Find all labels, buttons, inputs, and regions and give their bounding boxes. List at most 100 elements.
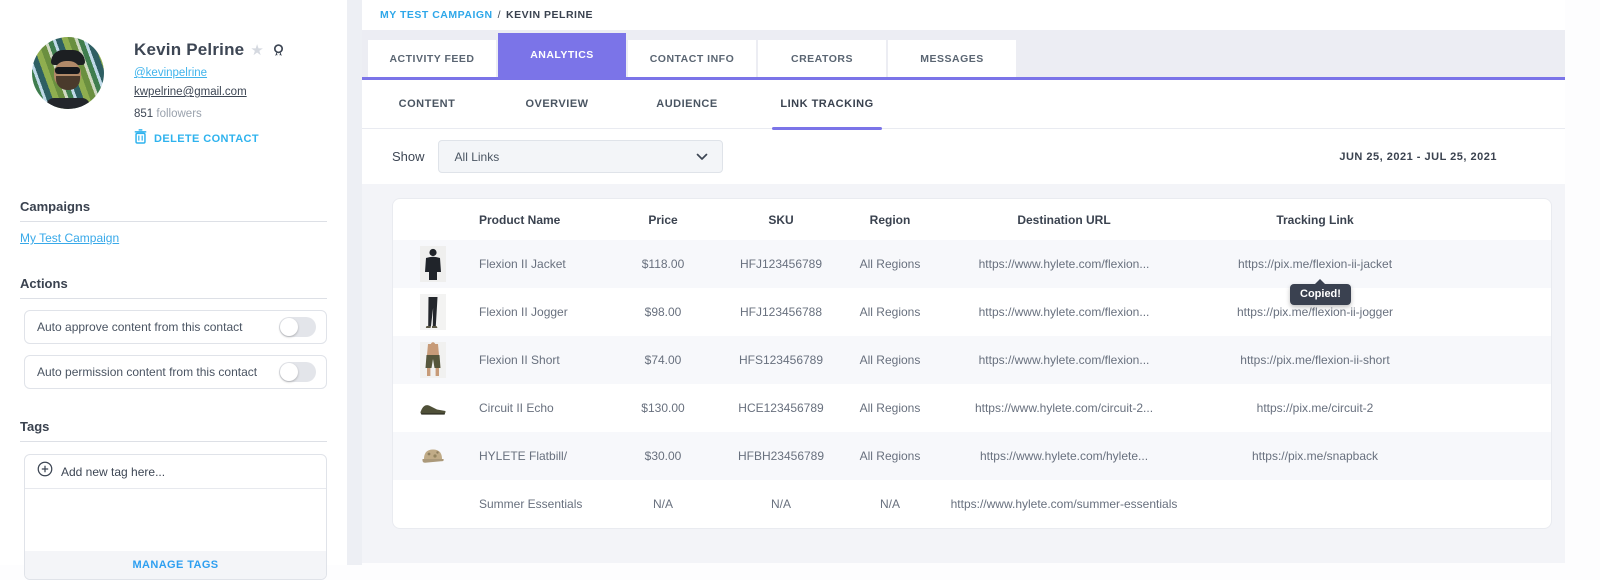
campaigns-section: Campaigns My Test Campaign xyxy=(0,199,347,247)
auto-permission-label: Auto permission content from this contac… xyxy=(37,365,257,379)
cell-price: $98.00 xyxy=(613,288,713,336)
cell-region: All Regions xyxy=(849,288,931,336)
cell-price: $74.00 xyxy=(613,336,713,384)
trash-icon xyxy=(134,129,147,149)
header-filler xyxy=(1433,199,1551,240)
cell-tracking-link[interactable]: https://pix.me/flexion-ii-short xyxy=(1197,336,1433,384)
tab-messages[interactable]: MESSAGES xyxy=(888,40,1016,77)
divider xyxy=(20,298,327,299)
auto-permission-toggle[interactable] xyxy=(279,362,316,382)
cell-price: $118.00 xyxy=(613,240,713,288)
date-range: JUN 25, 2021 - JUL 25, 2021 xyxy=(1339,151,1497,163)
cell-sku: N/A xyxy=(713,480,849,528)
contact-handle-link[interactable]: @kevinpelrine xyxy=(134,67,207,79)
product-thumb-hat-image xyxy=(394,446,472,466)
breadcrumb-campaign-link[interactable]: MY TEST CAMPAIGN xyxy=(380,9,493,21)
product-thumb-jacket-image xyxy=(394,246,472,282)
header-image xyxy=(393,199,473,240)
cell-region: All Regions xyxy=(849,432,931,480)
cell-destination-url: https://www.hylete.com/flexion... xyxy=(931,336,1197,384)
tab-creators[interactable]: CREATORS xyxy=(758,40,886,77)
divider xyxy=(20,221,327,222)
link-tracking-content: Product Name Price SKU Region Destinatio… xyxy=(362,184,1565,563)
contact-name: Kevin Pelrine xyxy=(134,40,244,60)
avatar xyxy=(32,37,104,109)
medal-icon xyxy=(270,42,287,59)
table-row: Flexion II Jacket $118.00 HFJ123456789 A… xyxy=(393,240,1551,288)
cell-product-name: Summer Essentials xyxy=(473,480,613,528)
contact-email-link[interactable]: kwpelrine@gmail.com xyxy=(134,86,247,98)
tags-card: Add new tag here... MANAGE TAGS xyxy=(24,454,327,580)
product-thumb-jogger-image xyxy=(394,294,472,330)
campaigns-heading: Campaigns xyxy=(20,199,327,214)
cell-product-name: Flexion II Short xyxy=(473,336,613,384)
header-product-name: Product Name xyxy=(473,199,613,240)
contact-sidebar: Kevin Pelrine @kevinpelrine kwpelrine@gm… xyxy=(0,0,347,565)
auto-approve-label: Auto approve content from this contact xyxy=(37,320,242,334)
header-region: Region xyxy=(849,199,931,240)
table-row: Flexion II Short $74.00 HFS123456789 All… xyxy=(393,336,1551,384)
profile-info: Kevin Pelrine @kevinpelrine kwpelrine@gm… xyxy=(134,37,287,149)
divider xyxy=(20,441,327,442)
subtab-link-tracking[interactable]: LINK TRACKING xyxy=(752,80,902,128)
manage-tags-label: MANAGE TAGS xyxy=(132,559,218,571)
cell-price: $130.00 xyxy=(613,384,713,432)
cell-tracking-link[interactable]: https://pix.me/circuit-2 xyxy=(1197,384,1433,432)
tab-activity-feed[interactable]: ACTIVITY FEED xyxy=(368,40,496,77)
actions-heading: Actions xyxy=(20,276,327,291)
product-thumb-short-image xyxy=(394,342,472,378)
header-tracking-link: Tracking Link xyxy=(1197,199,1433,240)
cell-product-name: Flexion II Jogger xyxy=(473,288,613,336)
main-panel: MY TEST CAMPAIGN / KEVIN PELRINE ACTIVIT… xyxy=(362,0,1565,565)
cell-region: All Regions xyxy=(849,336,931,384)
delete-contact-label: DELETE CONTACT xyxy=(154,133,259,145)
header-price: Price xyxy=(613,199,713,240)
cell-sku: HFJ123456789 xyxy=(713,240,849,288)
star-icon xyxy=(250,41,263,60)
subtab-audience[interactable]: AUDIENCE xyxy=(622,80,752,128)
table-row: Circuit II Echo $130.00 HCE123456789 All… xyxy=(393,384,1551,432)
tab-contact-info[interactable]: CONTACT INFO xyxy=(628,40,756,77)
auto-permission-toggle-card[interactable]: Auto permission content from this contac… xyxy=(24,355,327,389)
cell-price: N/A xyxy=(613,480,713,528)
contact-analytics-page: Kevin Pelrine @kevinpelrine kwpelrine@gm… xyxy=(0,0,1600,565)
cell-sku: HFJ123456788 xyxy=(713,288,849,336)
auto-approve-toggle[interactable] xyxy=(279,317,316,337)
contact-profile: Kevin Pelrine @kevinpelrine kwpelrine@gm… xyxy=(0,0,347,149)
cell-destination-url: https://www.hylete.com/hylete... xyxy=(931,432,1197,480)
breadcrumb-contact: KEVIN PELRINE xyxy=(506,9,593,21)
main-tab-bar: ACTIVITY FEED ANALYTICS CONTACT INFO CRE… xyxy=(362,30,1565,77)
cell-region: All Regions xyxy=(849,384,931,432)
links-filter-dropdown[interactable]: All Links xyxy=(438,140,723,173)
cell-sku: HCE123456789 xyxy=(713,384,849,432)
cell-tracking-link[interactable]: https://pix.me/snapback xyxy=(1197,432,1433,480)
tab-analytics[interactable]: ANALYTICS xyxy=(498,33,626,77)
cell-tracking-link xyxy=(1197,480,1433,528)
table-header-row: Product Name Price SKU Region Destinatio… xyxy=(393,199,1551,240)
filter-row: Show All Links JUN 25, 2021 - JUL 25, 20… xyxy=(362,129,1565,184)
table-row: HYLETE Flatbill/ $30.00 HFBH23456789 All… xyxy=(393,432,1551,480)
cell-region: All Regions xyxy=(849,240,931,288)
cell-product-name: HYLETE Flatbill/ xyxy=(473,432,613,480)
manage-tags-button[interactable]: MANAGE TAGS xyxy=(25,551,326,579)
add-tag-input[interactable]: Add new tag here... xyxy=(25,455,326,489)
auto-approve-toggle-card[interactable]: Auto approve content from this contact xyxy=(24,310,327,344)
cell-sku: HFS123456789 xyxy=(713,336,849,384)
link-tracking-table: Product Name Price SKU Region Destinatio… xyxy=(393,199,1551,528)
add-tag-placeholder: Add new tag here... xyxy=(61,465,165,479)
cell-destination-url: https://www.hylete.com/flexion... xyxy=(931,288,1197,336)
cell-destination-url: https://www.hylete.com/circuit-2... xyxy=(931,384,1197,432)
cell-destination-url: https://www.hylete.com/summer-essentials xyxy=(931,480,1197,528)
subtab-content[interactable]: CONTENT xyxy=(362,80,492,128)
tags-heading: Tags xyxy=(20,419,327,434)
cell-price: $30.00 xyxy=(613,432,713,480)
header-sku: SKU xyxy=(713,199,849,240)
subtab-overview[interactable]: OVERVIEW xyxy=(492,80,622,128)
delete-contact-button[interactable]: DELETE CONTACT xyxy=(134,129,287,149)
cell-region: N/A xyxy=(849,480,931,528)
campaign-link[interactable]: My Test Campaign xyxy=(20,231,119,245)
copied-tooltip: Copied! xyxy=(1290,284,1351,305)
cell-product-name: Flexion II Jacket xyxy=(473,240,613,288)
breadcrumb: MY TEST CAMPAIGN / KEVIN PELRINE xyxy=(362,0,1565,30)
cell-product-name: Circuit II Echo xyxy=(473,384,613,432)
